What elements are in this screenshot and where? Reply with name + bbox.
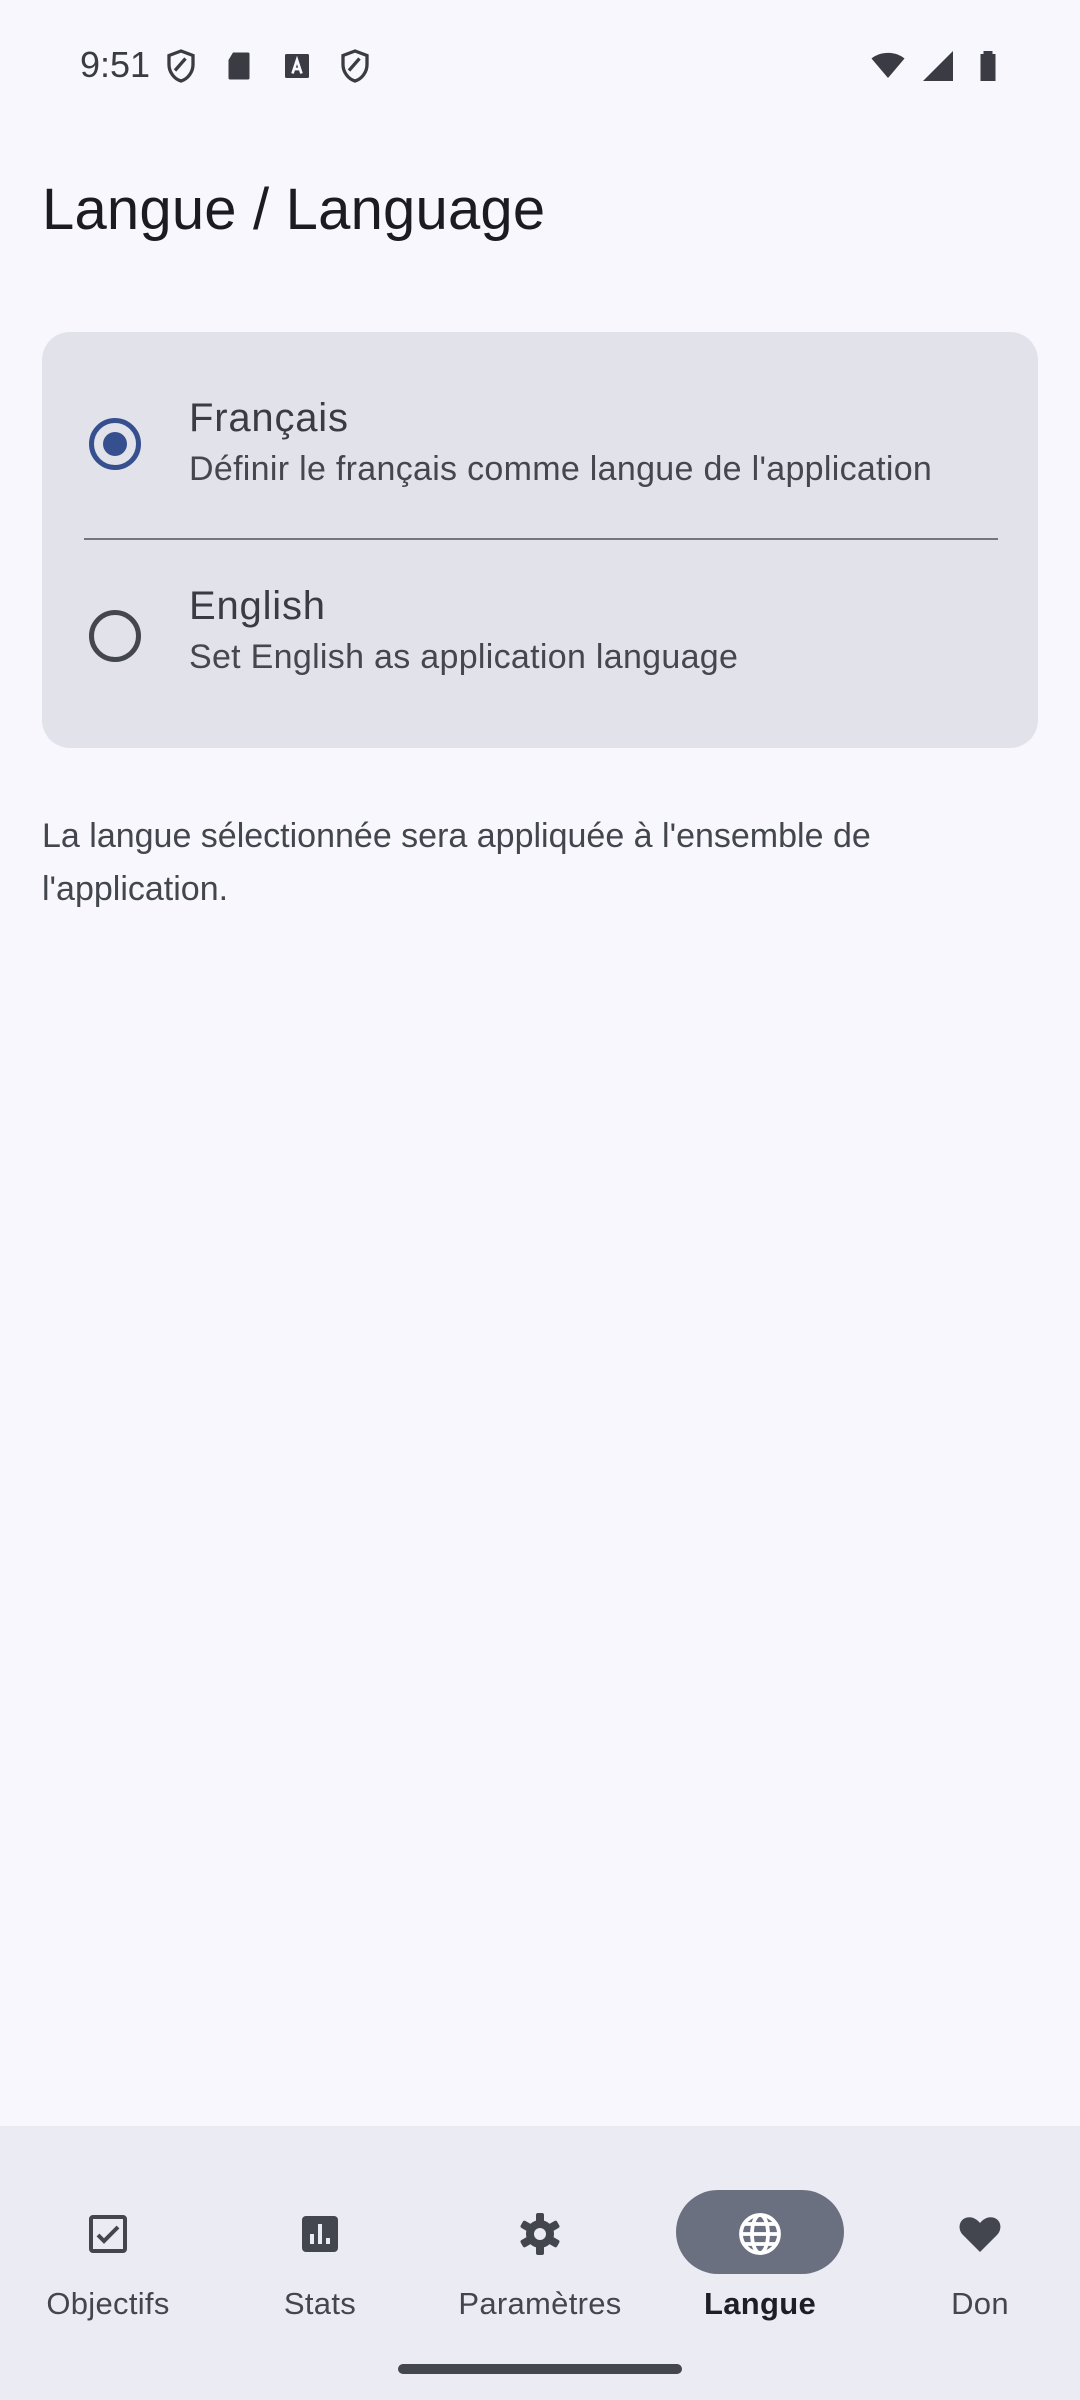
nav-label: Objectifs bbox=[46, 2286, 170, 2321]
gear-icon bbox=[520, 2213, 560, 2255]
page-title: Langue / Language bbox=[42, 177, 546, 242]
nav-label: Langue bbox=[703, 2286, 817, 2321]
nav-item-don[interactable]: Don bbox=[872, 2158, 1080, 2321]
option-title: Français bbox=[189, 396, 349, 440]
nav-label: Stats bbox=[283, 2286, 357, 2321]
cell-signal-icon bbox=[923, 51, 953, 81]
shield-icon bbox=[167, 49, 195, 83]
bottom-navigation: Objectifs Stats Paramètres Langue Don bbox=[0, 2126, 1080, 2400]
nav-label: Don bbox=[951, 2286, 1009, 2321]
language-option-english[interactable]: English Set English as application langu… bbox=[42, 532, 1038, 712]
shield-icon bbox=[341, 49, 369, 83]
status-icons-left bbox=[163, 48, 373, 84]
nav-item-stats[interactable]: Stats bbox=[212, 2158, 428, 2321]
battery-icon bbox=[980, 51, 996, 81]
option-title: English bbox=[189, 584, 326, 628]
status-icons-right bbox=[870, 48, 1006, 84]
home-indicator[interactable] bbox=[398, 2364, 682, 2374]
text-a-icon bbox=[285, 54, 309, 78]
nav-item-langue[interactable]: Langue bbox=[652, 2158, 868, 2321]
nav-label: Paramètres bbox=[458, 2286, 622, 2321]
radio-selected-dot bbox=[103, 432, 127, 456]
checkbox-icon bbox=[89, 2215, 127, 2253]
heart-icon bbox=[959, 2217, 1001, 2252]
nav-item-parametres[interactable]: Paramètres bbox=[432, 2158, 648, 2321]
globe-icon bbox=[739, 2213, 781, 2255]
wifi-icon bbox=[871, 52, 905, 78]
language-options-card: Français Définir le français comme langu… bbox=[42, 332, 1038, 748]
sd-card-icon bbox=[228, 52, 250, 80]
radio-button-francais[interactable] bbox=[89, 418, 141, 470]
bar-chart-icon bbox=[302, 2216, 338, 2252]
language-option-francais[interactable]: Français Définir le français comme langu… bbox=[42, 332, 1038, 512]
nav-item-objectifs[interactable]: Objectifs bbox=[0, 2158, 216, 2321]
status-time: 9:51 bbox=[80, 44, 151, 85]
option-subtitle: Set English as application language bbox=[189, 638, 739, 676]
status-bar: 9:51 bbox=[0, 0, 1080, 132]
radio-button-english[interactable] bbox=[89, 610, 141, 662]
option-subtitle: Définir le français comme langue de l'ap… bbox=[189, 450, 933, 488]
language-note: La langue sélectionnée sera appliquée à … bbox=[42, 817, 871, 908]
